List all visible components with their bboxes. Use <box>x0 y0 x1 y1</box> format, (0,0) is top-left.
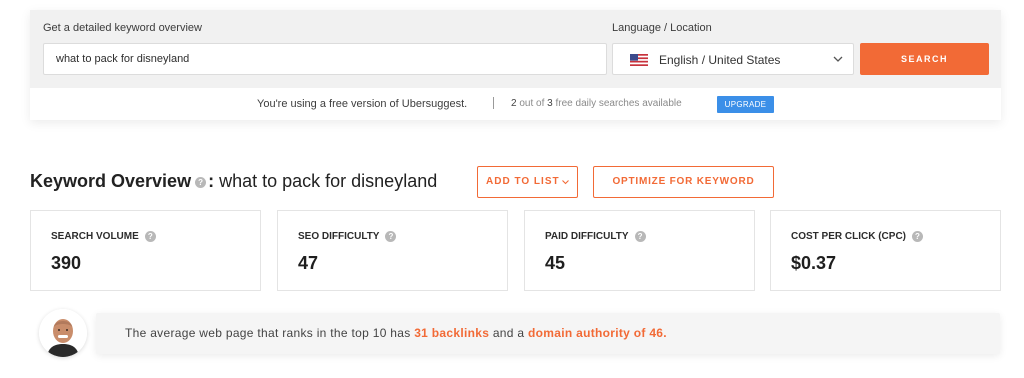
tip-text-part-1: The average web page that ranks in the t… <box>125 326 411 340</box>
help-icon[interactable]: ? <box>144 231 156 242</box>
searches-out-of: out of <box>519 98 545 109</box>
stat-card-paid-difficulty: PAID DIFFICULTY? 45 <box>524 210 755 291</box>
stat-label-text: PAID DIFFICULTY <box>545 231 629 243</box>
stat-card-search-volume: SEARCH VOLUME? 390 <box>30 210 261 291</box>
help-icon[interactable]: ? <box>634 231 646 242</box>
upgrade-button[interactable]: UPGRADE <box>717 96 774 113</box>
page-title: Keyword Overview?: what to pack for disn… <box>30 171 437 192</box>
searches-used: 2 <box>511 98 517 109</box>
stat-label-text: COST PER CLICK (CPC) <box>791 231 906 243</box>
keyword-field-label: Get a detailed keyword overview <box>43 22 202 34</box>
tip-text-part-2: and a <box>492 326 525 340</box>
avatar <box>39 309 87 357</box>
user-avatar-image <box>39 309 87 357</box>
stat-label: PAID DIFFICULTY? <box>545 231 646 242</box>
keyword-search-panel: Get a detailed keyword overview Language… <box>30 10 1001 120</box>
stat-value: 390 <box>51 253 82 273</box>
stat-value: 47 <box>298 253 319 273</box>
free-version-text: You're using a free version of Ubersugge… <box>257 98 468 110</box>
stat-label-text: SEARCH VOLUME <box>51 231 139 243</box>
free-version-notice: You're using a free version of Ubersugge… <box>30 88 1001 120</box>
stat-card-seo-difficulty: SEO DIFFICULTY? 47 <box>277 210 508 291</box>
chevron-down-icon <box>562 180 569 185</box>
stat-label: SEARCH VOLUME? <box>51 231 156 242</box>
stat-value: $0.37 <box>791 253 837 273</box>
language-value: English / United States <box>659 53 781 67</box>
search-form-area: Get a detailed keyword overview Language… <box>30 10 1001 88</box>
searches-total: 3 <box>547 98 553 109</box>
stat-label-text: SEO DIFFICULTY <box>298 231 380 243</box>
chevron-down-icon <box>833 56 843 62</box>
domain-authority-link[interactable]: domain authority of 46. <box>528 326 667 340</box>
add-to-list-button[interactable]: ADD TO LIST <box>477 166 578 198</box>
searches-remaining: 2 out of 3 free daily searches available <box>511 98 682 109</box>
optimize-for-keyword-button[interactable]: OPTIMIZE FOR KEYWORD <box>593 166 774 198</box>
title-colon: : <box>208 171 215 191</box>
us-flag-icon <box>630 54 648 66</box>
help-icon[interactable]: ? <box>912 231 923 242</box>
keyword-input[interactable] <box>43 43 607 75</box>
add-to-list-label: ADD TO LIST <box>486 176 560 187</box>
language-location-select[interactable]: English / United States <box>612 43 854 75</box>
title-keyword: what to pack for disneyland <box>219 171 438 191</box>
backlinks-link[interactable]: 31 backlinks <box>414 326 489 340</box>
page-title-label: Keyword Overview <box>30 171 192 191</box>
tip-text: The average web page that ranks in the t… <box>125 326 667 340</box>
stat-card-cpc: COST PER CLICK (CPC)? $0.37 <box>770 210 1001 291</box>
search-button[interactable]: SEARCH <box>860 43 989 75</box>
help-icon[interactable]: ? <box>195 176 207 188</box>
stat-label: COST PER CLICK (CPC)? <box>791 231 923 242</box>
searches-available-text: free daily searches available <box>555 98 682 109</box>
language-field-label: Language / Location <box>612 22 712 34</box>
help-icon[interactable]: ? <box>385 231 397 242</box>
stat-value: 45 <box>545 253 566 273</box>
stat-label: SEO DIFFICULTY? <box>298 231 397 243</box>
backlinks-tip-banner: The average web page that ranks in the t… <box>96 313 1000 354</box>
notice-divider <box>493 97 494 109</box>
